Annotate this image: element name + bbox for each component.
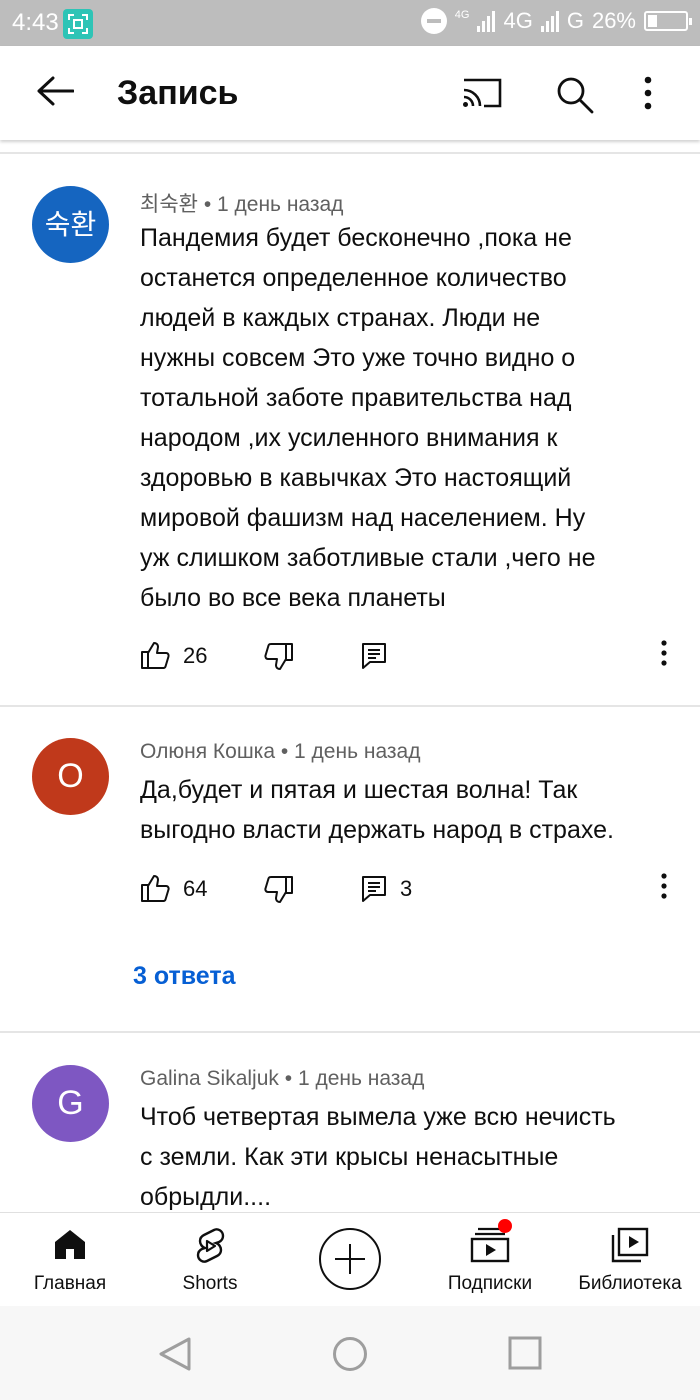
meta-separator: • bbox=[280, 740, 295, 763]
comment-line: людей в каждых странах. Люди не bbox=[140, 304, 541, 332]
reply-icon[interactable] bbox=[361, 875, 387, 908]
like-icon[interactable] bbox=[140, 640, 170, 675]
subscriptions-icon bbox=[470, 1227, 510, 1268]
comment-author[interactable]: 최숙환 bbox=[140, 193, 198, 216]
do-not-disturb-icon bbox=[420, 8, 447, 34]
comment-line: Пандемия будет бесконечно ,пока не bbox=[140, 224, 572, 252]
divider bbox=[0, 705, 700, 707]
meta-separator: • bbox=[284, 1067, 298, 1090]
dislike-icon[interactable] bbox=[264, 642, 294, 677]
notification-dot bbox=[498, 1219, 512, 1233]
comment-meta: 최숙환 • 1 день назад bbox=[140, 188, 343, 218]
comment-line: выгодно власти держать народ в страхе. bbox=[140, 816, 614, 844]
comment-author[interactable]: Олюня Кошка bbox=[140, 740, 275, 763]
comment-menu-icon[interactable] bbox=[661, 873, 667, 904]
back-nav-icon[interactable] bbox=[158, 1336, 192, 1377]
signal-icon bbox=[477, 10, 496, 32]
comment-line: народом ,их усиленного внимания к bbox=[140, 424, 558, 452]
meta-separator: • bbox=[203, 193, 217, 216]
network-type-label-3: G bbox=[566, 8, 584, 33]
comment-line: тотальной заботе правительства над bbox=[140, 384, 572, 412]
comment-actions: 64 3 bbox=[140, 873, 680, 913]
view-replies-link[interactable]: 3 ответа bbox=[133, 962, 236, 991]
comment-menu-icon[interactable] bbox=[661, 640, 667, 671]
screenshot-scan-icon bbox=[63, 9, 93, 39]
comment-text: Да,будет и пятая и шестая волна! Так выг… bbox=[140, 770, 670, 850]
comment-meta: Олюня Кошка • 1 день назад bbox=[140, 740, 420, 764]
network-type-label-2: 4G bbox=[503, 8, 533, 33]
more-options-icon[interactable] bbox=[643, 76, 653, 115]
back-arrow-icon[interactable] bbox=[36, 76, 75, 111]
bottom-navigation: Главная Shorts Подписки Библиотека bbox=[0, 1212, 700, 1306]
battery-icon bbox=[644, 11, 692, 31]
comment-actions: 26 bbox=[140, 640, 680, 680]
shorts-icon bbox=[194, 1227, 226, 1270]
app-bar: Запись bbox=[0, 46, 700, 140]
clock: 4:43 bbox=[12, 9, 59, 36]
like-icon[interactable] bbox=[140, 873, 170, 908]
comment-line: здоровью в кавычках Это настоящий bbox=[140, 464, 572, 492]
nav-subscriptions[interactable]: Подписки bbox=[420, 1213, 560, 1307]
comment-line: Чтоб четвертая вымела уже всю нечисть bbox=[140, 1103, 616, 1131]
like-count: 64 bbox=[183, 876, 208, 901]
status-bar: 4:43 4G 4G G 26% bbox=[0, 0, 700, 46]
system-navigation-bar bbox=[0, 1306, 700, 1400]
library-icon bbox=[611, 1227, 649, 1268]
comment-text: Чтоб четвертая вымела уже всю нечисть с … bbox=[140, 1097, 670, 1212]
comment-line: останется определенное количество bbox=[140, 264, 567, 292]
nav-label: Shorts bbox=[182, 1273, 238, 1294]
dislike-icon[interactable] bbox=[264, 875, 294, 910]
avatar[interactable]: G bbox=[32, 1065, 109, 1142]
comment-line: было во все века планеты bbox=[140, 584, 446, 612]
home-icon bbox=[53, 1227, 87, 1266]
comment-time: 1 день назад bbox=[217, 193, 344, 216]
create-icon[interactable] bbox=[319, 1228, 381, 1290]
divider bbox=[0, 1031, 700, 1033]
network-type-label: 4G bbox=[454, 8, 470, 21]
battery-percent: 26% bbox=[591, 8, 636, 33]
reply-count: 3 bbox=[400, 876, 413, 901]
comment-line: Да,будет и пятая и шестая волна! Так bbox=[140, 776, 578, 804]
page-title: Запись bbox=[117, 74, 239, 112]
divider bbox=[0, 152, 700, 154]
nav-shorts[interactable]: Shorts bbox=[140, 1213, 280, 1307]
nav-home[interactable]: Главная bbox=[0, 1213, 140, 1307]
signal-icon-2 bbox=[540, 10, 559, 32]
comment-line: обрыдли.... bbox=[140, 1183, 272, 1211]
avatar[interactable]: О bbox=[32, 738, 109, 815]
nav-label: Библиотека bbox=[578, 1273, 682, 1294]
comment-line: нужны совсем Это уже точно видно о bbox=[140, 344, 576, 372]
like-count: 26 bbox=[183, 643, 208, 668]
comment-line: уж слишком заботливые стали ,чего не bbox=[140, 544, 596, 572]
comment-line: мировой фашизм над населением. Ну bbox=[140, 504, 586, 532]
comment-meta: Galina Sikaljuk • 1 день назад bbox=[140, 1067, 424, 1091]
nav-library[interactable]: Библиотека bbox=[560, 1213, 700, 1307]
home-nav-icon[interactable] bbox=[332, 1336, 368, 1377]
cast-icon[interactable] bbox=[462, 76, 502, 115]
comment-author[interactable]: Galina Sikaljuk bbox=[140, 1067, 279, 1090]
avatar[interactable]: 숙환 bbox=[32, 186, 109, 263]
search-icon[interactable] bbox=[556, 76, 594, 119]
recents-nav-icon[interactable] bbox=[508, 1336, 542, 1375]
nav-label: Главная bbox=[33, 1273, 107, 1294]
comment-time: 1 день назад bbox=[297, 1067, 425, 1090]
comment-text: Пандемия будет бесконечно ,пока не остан… bbox=[140, 218, 670, 618]
nav-label: Подписки bbox=[447, 1273, 533, 1294]
comment-line: с земли. Как эти крысы ненасытные bbox=[140, 1143, 559, 1171]
reply-icon[interactable] bbox=[361, 642, 387, 675]
comment-time: 1 день назад bbox=[294, 740, 421, 763]
